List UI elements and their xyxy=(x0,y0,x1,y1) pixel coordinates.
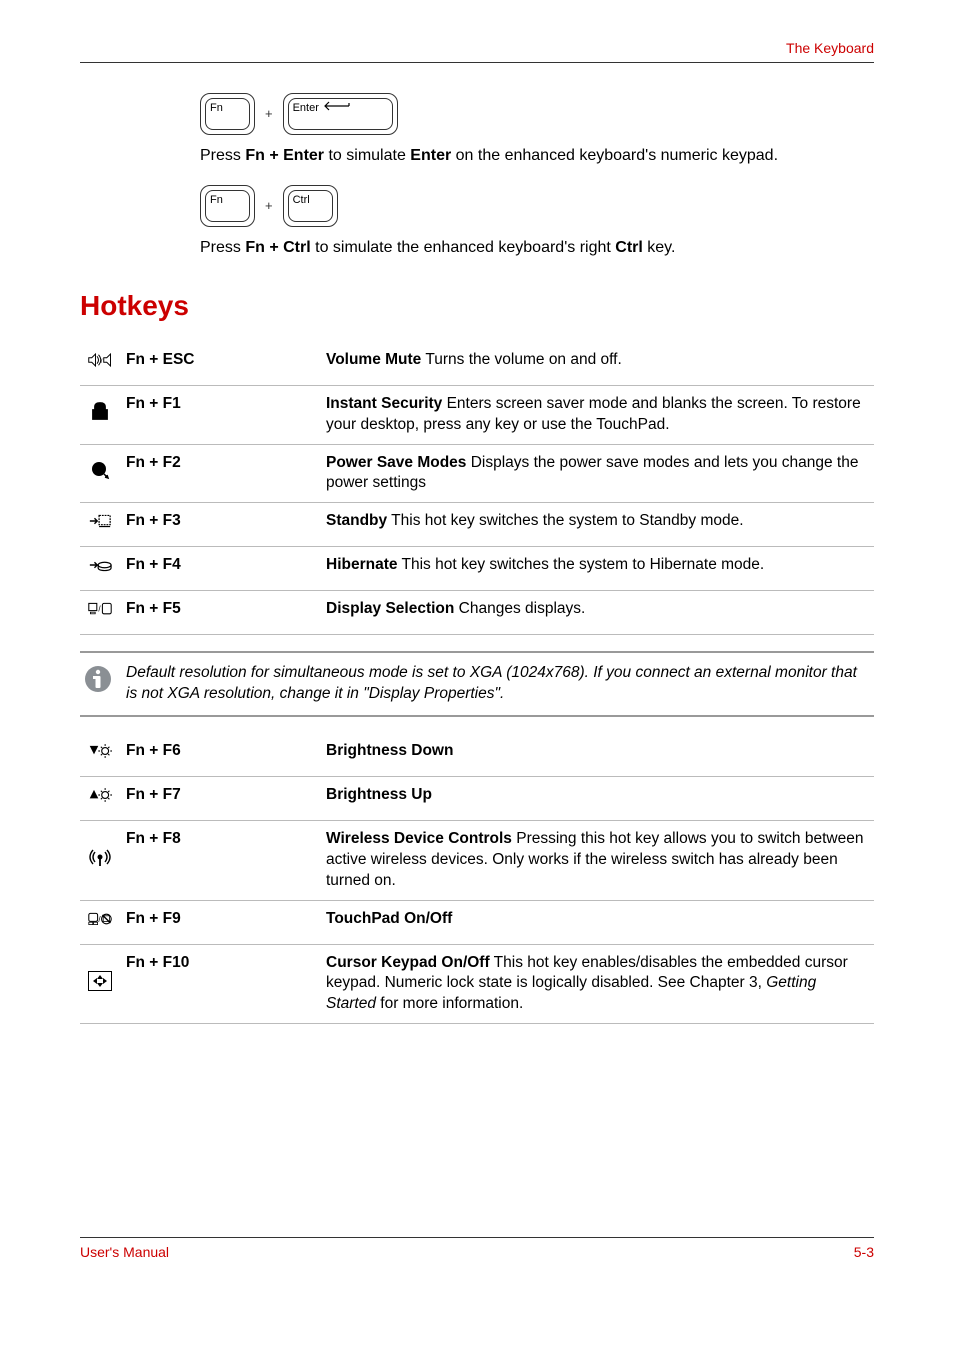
wireless-icon xyxy=(88,847,112,867)
keycap-ctrl: Ctrl xyxy=(283,185,338,227)
hotkey-combo: Fn + ESC xyxy=(126,351,194,368)
hotkey-title: Hibernate xyxy=(326,556,398,573)
svg-text:/: / xyxy=(101,359,103,365)
page-header: The Keyboard xyxy=(80,40,874,63)
hotkey-combo: Fn + F6 xyxy=(126,742,181,759)
table-row: / Fn + F9 TouchPad On/Off xyxy=(80,900,874,944)
cursor-keypad-icon xyxy=(88,971,112,991)
hotkey-title: Standby xyxy=(326,512,387,529)
hotkey-desc: This hot key switches the system to Stan… xyxy=(387,512,743,529)
table-row: Fn + F8 Wireless Device Controls Pressin… xyxy=(80,820,874,900)
keycap-fn-label: Fn xyxy=(210,101,223,116)
footer-right: 5-3 xyxy=(854,1244,874,1260)
hotkey-desc: This hot key switches the system to Hibe… xyxy=(398,556,765,573)
table-row: / Fn + F5 Display Selection Changes disp… xyxy=(80,591,874,635)
hotkey-combo: Fn + F9 xyxy=(126,910,181,927)
table-row: Fn + F6 Brightness Down xyxy=(80,733,874,776)
hotkey-title: Instant Security xyxy=(326,395,442,412)
enter-arrow-icon xyxy=(323,101,351,111)
para-fn-enter: Press Fn + Enter to simulate Enter on th… xyxy=(200,145,874,167)
table-row: Fn + F10 Cursor Keypad On/Off This hot k… xyxy=(80,944,874,1024)
section-hotkeys-title: Hotkeys xyxy=(80,290,874,322)
hotkeys-table-1: / Fn + ESC Volume Mute Turns the volume … xyxy=(80,342,874,635)
key-combo-fn-ctrl: Fn + Ctrl xyxy=(200,185,874,227)
display-selection-icon: / xyxy=(88,599,112,619)
table-row: Fn + F2 Power Save Modes Displays the po… xyxy=(80,444,874,503)
brightness-up-icon xyxy=(88,785,112,805)
hotkey-combo: Fn + F2 xyxy=(126,454,181,471)
volume-mute-icon: / xyxy=(88,350,112,370)
hotkey-desc-post: for more information. xyxy=(376,995,523,1012)
note-box: Default resolution for simultaneous mode… xyxy=(80,651,874,717)
intro-block: Fn + Enter Press Fn + Enter to simulate … xyxy=(200,93,874,260)
hotkey-combo: Fn + F3 xyxy=(126,512,181,529)
svg-text:/: / xyxy=(98,605,101,614)
keycap-fn-2: Fn xyxy=(200,185,255,227)
hotkey-combo: Fn + F10 xyxy=(126,954,189,971)
para-fn-ctrl: Press Fn + Ctrl to simulate the enhanced… xyxy=(200,237,874,259)
hotkey-title: Brightness Down xyxy=(326,742,453,759)
key-combo-fn-enter: Fn + Enter xyxy=(200,93,874,135)
hotkeys-table-2: Fn + F6 Brightness Down Fn + F7 Brightne… xyxy=(80,733,874,1024)
hotkey-title: Display Selection xyxy=(326,600,454,617)
plus-symbol-2: + xyxy=(265,197,273,215)
keycap-ctrl-label: Ctrl xyxy=(293,193,310,208)
header-title: The Keyboard xyxy=(786,40,874,56)
info-icon xyxy=(84,665,112,693)
footer-left: User's Manual xyxy=(80,1244,169,1260)
standby-icon xyxy=(88,511,112,531)
hotkey-title: Brightness Up xyxy=(326,786,432,803)
table-row: Fn + F7 Brightness Up xyxy=(80,776,874,820)
hotkey-combo: Fn + F8 xyxy=(126,830,181,847)
hotkey-title: Cursor Keypad On/Off xyxy=(326,954,490,971)
hibernate-icon xyxy=(88,555,112,575)
plus-symbol: + xyxy=(265,105,273,123)
page-footer: User's Manual 5-3 xyxy=(80,1237,874,1260)
keycap-enter-label: Enter xyxy=(293,101,319,116)
hotkey-title: TouchPad On/Off xyxy=(326,910,452,927)
table-row: Fn + F3 Standby This hot key switches th… xyxy=(80,503,874,547)
table-row: / Fn + ESC Volume Mute Turns the volume … xyxy=(80,342,874,385)
svg-text:/: / xyxy=(98,915,101,924)
hotkey-combo: Fn + F7 xyxy=(126,786,181,803)
keycap-fn-label-2: Fn xyxy=(210,193,223,208)
keycap-fn: Fn xyxy=(200,93,255,135)
hotkey-title: Wireless Device Controls xyxy=(326,830,512,847)
hotkey-title: Power Save Modes xyxy=(326,454,466,471)
hotkey-combo: Fn + F1 xyxy=(126,395,181,412)
touchpad-icon: / xyxy=(88,909,112,929)
table-row: Fn + F4 Hibernate This hot key switches … xyxy=(80,547,874,591)
hotkey-combo: Fn + F4 xyxy=(126,556,181,573)
hotkey-combo: Fn + F5 xyxy=(126,600,181,617)
table-row: Fn + F1 Instant Security Enters screen s… xyxy=(80,385,874,444)
keycap-enter: Enter xyxy=(283,93,398,135)
hotkey-title: Volume Mute xyxy=(326,351,421,368)
hotkey-desc: Changes displays. xyxy=(454,600,585,617)
brightness-down-icon xyxy=(88,741,112,761)
hotkey-desc: Turns the volume on and off. xyxy=(421,351,621,368)
lock-icon xyxy=(88,401,112,421)
note-text: Default resolution for simultaneous mode… xyxy=(126,663,870,705)
power-save-icon xyxy=(88,460,112,480)
